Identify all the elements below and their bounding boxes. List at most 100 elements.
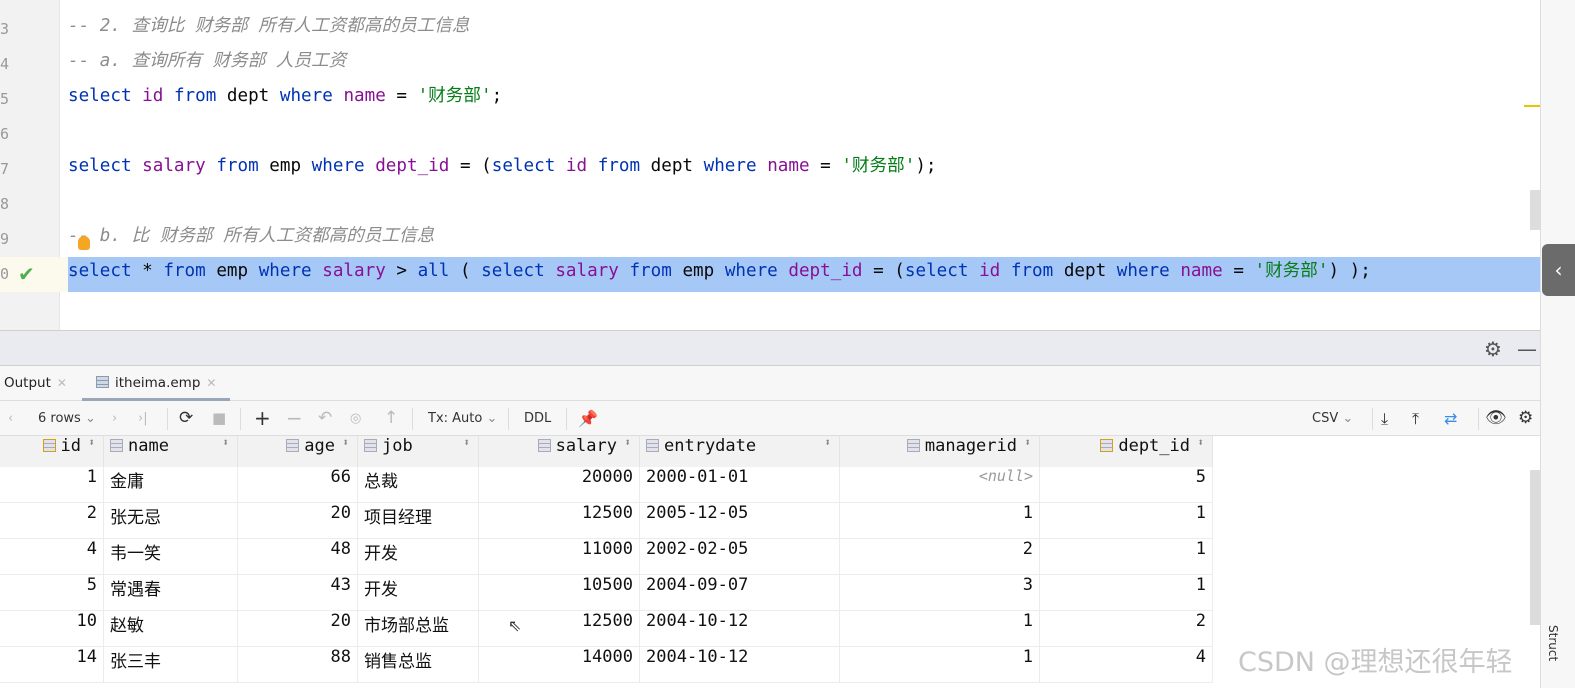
tab-output[interactable]: Output ✕ [4,366,67,401]
code-line[interactable]: -- a. 查询所有 财务部 人员工资 [68,47,346,82]
cell-salary[interactable]: 14000 [479,647,640,683]
cell-age[interactable]: 43 [238,575,358,611]
compare-icon[interactable]: ⇄ [1444,401,1457,436]
column-header-name[interactable]: name ⬍ [104,436,238,467]
column-header-age[interactable]: age ⬍ [238,436,358,467]
cell-dept_id[interactable]: 5 [1040,467,1213,503]
table-row[interactable]: 1 金庸 66 总裁 20000 2000-01-01 <null> 5 [0,467,1213,503]
code-line[interactable]: -- 2. 查询比 财务部 所有人工资都高的员工信息 [68,12,469,47]
sort-icon[interactable]: ⬍ [1197,436,1204,449]
next-page-icon[interactable]: › [112,401,117,436]
cell-job[interactable]: 开发 [358,575,479,611]
sort-icon[interactable]: ⬍ [1024,436,1031,449]
cell-age[interactable]: 88 [238,647,358,683]
grid-scrollbar[interactable] [1530,470,1540,625]
cell-job[interactable]: 开发 [358,539,479,575]
delete-row-icon[interactable]: − [286,401,303,436]
pin-icon[interactable]: 📌 [578,401,598,436]
cell-age[interactable]: 20 [238,503,358,539]
cell-name[interactable]: 张三丰 [104,647,238,683]
cell-entrydate[interactable]: 2000-01-01 [640,467,840,503]
gear-icon[interactable]: ⚙ [1484,337,1502,361]
table-row[interactable]: 14 张三丰 88 销售总监 14000 2004-10-12 1 4 [0,647,1213,683]
tab-itheima-emp[interactable]: itheima.emp ✕ [82,366,231,401]
cell-age[interactable]: 66 [238,467,358,503]
cell-managerid[interactable]: 2 [840,539,1040,575]
cell-managerid[interactable]: 3 [840,575,1040,611]
collapse-panel-button[interactable]: ‹ [1542,244,1575,296]
rows-dropdown[interactable]: 6 rows ⌄ [38,401,96,436]
table-row[interactable]: 4 韦一笑 48 开发 11000 2002-02-05 2 1 [0,539,1213,575]
column-header-dept_id[interactable]: dept_id ⬍ [1040,436,1213,467]
structure-tool-tab[interactable]: Struct [1546,625,1560,661]
sort-icon[interactable]: ⬍ [222,436,229,449]
cell-dept_id[interactable]: 4 [1040,647,1213,683]
table-row[interactable]: 5 常遇春 43 开发 10500 2004-09-07 3 1 [0,575,1213,611]
editor-scrollbar[interactable] [1530,190,1540,230]
table-row[interactable]: 2 张无忌 20 项目经理 12500 2005-12-05 1 1 [0,503,1213,539]
cell-entrydate[interactable]: 2004-09-07 [640,575,840,611]
sort-icon[interactable]: ⬍ [342,436,349,449]
cell-entrydate[interactable]: 2002-02-05 [640,539,840,575]
cell-id[interactable]: 10 [0,611,104,647]
cell-name[interactable]: 赵敏 [104,611,238,647]
cell-name[interactable]: 金庸 [104,467,238,503]
cell-job[interactable]: 销售总监 [358,647,479,683]
code-line[interactable]: select * from emp where salary > all ( s… [68,257,1540,292]
cell-salary[interactable]: 20000 [479,467,640,503]
cell-age[interactable]: 48 [238,539,358,575]
cell-dept_id[interactable]: 1 [1040,575,1213,611]
table-row[interactable]: 10 赵敏 20 市场部总监 12500 2004-10-12 1 2 [0,611,1213,647]
cell-name[interactable]: 韦一笑 [104,539,238,575]
cell-dept_id[interactable]: 1 [1040,503,1213,539]
cell-entrydate[interactable]: 2005-12-05 [640,503,840,539]
sort-icon[interactable]: ⬍ [463,436,470,449]
cell-entrydate[interactable]: 2004-10-12 [640,611,840,647]
settings-icon[interactable]: ⚙ [1518,401,1533,436]
column-header-id[interactable]: id ⬍ [0,436,104,467]
column-header-job[interactable]: job ⬍ [358,436,479,467]
cell-name[interactable]: 张无忌 [104,503,238,539]
ddl-button[interactable]: DDL [524,401,551,436]
cell-dept_id[interactable]: 1 [1040,539,1213,575]
add-row-icon[interactable]: + [254,401,271,436]
cell-managerid[interactable]: 1 [840,611,1040,647]
cell-salary[interactable]: 12500 [479,611,640,647]
cell-salary[interactable]: 10500 [479,575,640,611]
cell-dept_id[interactable]: 2 [1040,611,1213,647]
cell-job[interactable]: 市场部总监 [358,611,479,647]
cell-id[interactable]: 1 [0,467,104,503]
cell-managerid[interactable]: <null> [840,467,1040,503]
cell-id[interactable]: 4 [0,539,104,575]
lightbulb-icon[interactable] [78,236,90,250]
refresh-icon[interactable]: ⟳ [179,401,193,436]
export-format-dropdown[interactable]: CSV ⌄ [1312,401,1353,436]
revert-icon[interactable]: ↶ [318,401,332,436]
cell-salary[interactable]: 11000 [479,539,640,575]
cell-name[interactable]: 常遇春 [104,575,238,611]
cell-id[interactable]: 2 [0,503,104,539]
close-icon[interactable]: ✕ [57,376,67,390]
code-line[interactable]: -- b. 比 财务部 所有人工资都高的员工信息 [68,222,434,257]
column-header-entrydate[interactable]: entrydate ⬍ [640,436,840,467]
stop-icon[interactable]: ■ [212,401,226,436]
code-line[interactable]: select salary from emp where dept_id = (… [68,152,937,187]
transaction-mode-dropdown[interactable]: Tx: Auto ⌄ [428,401,497,436]
previous-page-icon[interactable]: ‹ [8,401,13,436]
upload-icon[interactable]: ⤒ [1412,401,1419,436]
submit-icon[interactable]: ↑ [384,401,398,436]
column-header-salary[interactable]: salary ⬍ [479,436,640,467]
code-line[interactable]: select id from dept where name = '财务部'; [68,82,502,117]
cell-age[interactable]: 20 [238,611,358,647]
cell-id[interactable]: 5 [0,575,104,611]
close-icon[interactable]: ✕ [206,376,216,390]
sql-editor[interactable]: 34567890 -- 2. 查询比 财务部 所有人工资都高的员工信息 -- a.… [0,0,1575,330]
minimize-icon[interactable]: — [1517,337,1537,361]
sort-icon[interactable]: ⬍ [88,436,95,449]
last-page-icon[interactable]: ›| [138,401,148,436]
preview-icon[interactable]: ◎ [350,401,361,436]
cell-salary[interactable]: 12500 [479,503,640,539]
eye-icon[interactable]: 👁 [1485,401,1507,436]
cell-id[interactable]: 14 [0,647,104,683]
cell-managerid[interactable]: 1 [840,647,1040,683]
